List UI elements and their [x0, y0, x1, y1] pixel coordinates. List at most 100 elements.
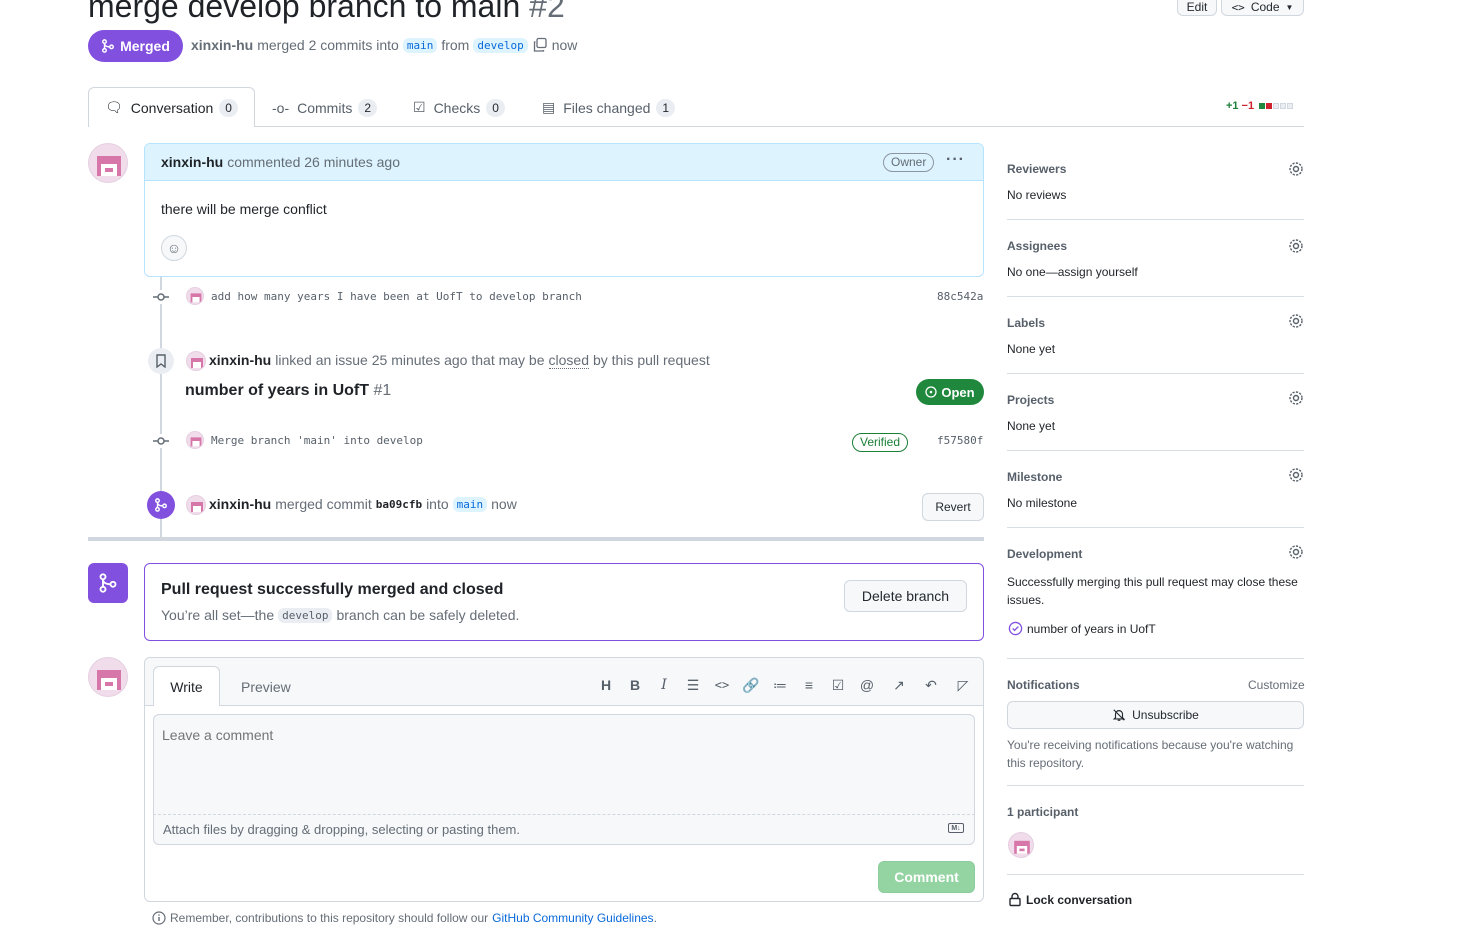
tab-files-label: Files changed	[563, 99, 651, 116]
head-branch[interactable]: develop	[473, 37, 528, 53]
merged-text1: merged commit	[275, 496, 372, 512]
comment-submit-label: Comment	[894, 869, 959, 885]
merge-desc-before: You’re all set—the	[161, 607, 275, 623]
linked-issue-title[interactable]: number of years in UofT #1	[185, 382, 391, 400]
tab-files-changed[interactable]: ▤ Files changed 1	[542, 88, 676, 127]
assignees-value[interactable]: No one—assign yourself	[1007, 265, 1138, 279]
comment-body: there will be merge conflict	[161, 201, 327, 217]
issue-state-label: Open	[941, 384, 975, 400]
commit-node-icon	[152, 290, 170, 304]
commit-message[interactable]: add how many years I have been at UofT t…	[211, 290, 582, 303]
gear-icon[interactable]	[1288, 544, 1304, 560]
caret-down-icon: ▼	[1285, 2, 1294, 12]
merged-avatar[interactable]	[186, 495, 206, 515]
linked-author[interactable]: xinxin-hu	[209, 352, 271, 369]
merge-desc-after: branch can be safely deleted.	[336, 607, 520, 623]
projects-title[interactable]: Projects	[1007, 393, 1054, 407]
gear-icon[interactable]	[1288, 161, 1304, 177]
markdown-icon[interactable]: M↓	[948, 823, 964, 833]
file-diff-icon: ▤	[542, 99, 556, 115]
copy-icon[interactable]	[532, 37, 548, 53]
reply-icon[interactable]: ↶	[922, 676, 940, 694]
sidebar-divider	[1007, 658, 1304, 659]
linked-avatar[interactable]	[186, 351, 206, 371]
comment-submit-button[interactable]: Comment	[878, 861, 975, 893]
development-title[interactable]: Development	[1007, 547, 1082, 561]
ordered-list-icon[interactable]: ≡	[800, 676, 818, 694]
edit-button-label: Edit	[1186, 0, 1208, 14]
comment-action: commented 26 minutes ago	[227, 154, 400, 170]
customize-link[interactable]: Customize	[1248, 678, 1305, 692]
merged-author[interactable]: xinxin-hu	[209, 496, 271, 512]
verified-badge[interactable]: Verified	[852, 433, 909, 452]
comment-author[interactable]: xinxin-hu	[161, 154, 223, 170]
gear-icon[interactable]	[1288, 390, 1304, 406]
tab-write[interactable]: Write	[153, 666, 220, 706]
task-list-icon[interactable]: ☑	[829, 676, 847, 694]
code-icon[interactable]: <>	[713, 676, 731, 694]
git-merge-icon	[102, 39, 115, 53]
heading-icon[interactable]: H	[597, 676, 615, 694]
linked-issue-name[interactable]: number of years in UofT	[185, 382, 369, 399]
diffstat: +1 −1	[1226, 100, 1294, 112]
code-button[interactable]: <> Code ▼	[1221, 0, 1304, 16]
tab-preview[interactable]: Preview	[241, 679, 291, 695]
delete-branch-button[interactable]: Delete branch	[844, 580, 967, 612]
commit-avatar[interactable]	[186, 287, 204, 305]
notifications-title: Notifications	[1007, 678, 1080, 692]
participants-title: 1 participant	[1007, 805, 1079, 819]
gear-icon[interactable]	[1288, 313, 1304, 329]
smiley-icon: ☺	[166, 240, 182, 256]
comment-header: xinxin-hu commented 26 minutes ago	[145, 144, 983, 181]
slash-command-icon[interactable]: ◸	[954, 676, 972, 694]
merged-sha[interactable]: ba09cfb	[376, 498, 422, 511]
lock-conversation[interactable]: Lock conversation	[1008, 892, 1132, 907]
development-issue-title[interactable]: number of years in UofT	[1027, 622, 1156, 636]
tab-commits[interactable]: -o- Commits 2	[272, 88, 378, 127]
community-guidelines-link[interactable]: GitHub Community Guidelines	[492, 911, 653, 925]
git-merge-icon	[155, 498, 167, 512]
tabs-underline	[88, 126, 1304, 127]
gear-icon[interactable]	[1288, 467, 1304, 483]
bookmark-icon	[156, 354, 166, 368]
participant-avatar[interactable]	[1008, 832, 1034, 858]
development-issue[interactable]: number of years in UofT	[1008, 621, 1156, 636]
commit-sha[interactable]: 88c542a	[937, 290, 983, 303]
milestone-title[interactable]: Milestone	[1007, 470, 1062, 484]
avatar[interactable]	[88, 657, 128, 697]
add-reaction-button[interactable]: ☺	[161, 235, 187, 261]
bold-icon[interactable]: B	[626, 676, 644, 694]
reviewers-title[interactable]: Reviewers	[1007, 162, 1066, 176]
tab-checks[interactable]: ☑ Checks 0	[413, 88, 505, 127]
cross-reference-icon[interactable]: ↗	[890, 676, 908, 694]
tab-conversation[interactable]: 🗨 Conversation 0	[105, 88, 238, 127]
quote-icon[interactable]: ☰	[684, 676, 702, 694]
assignees-title[interactable]: Assignees	[1007, 239, 1067, 253]
commit2-avatar[interactable]	[186, 431, 204, 449]
unsubscribe-button[interactable]: Unsubscribe	[1007, 701, 1304, 729]
reviewers-value: No reviews	[1007, 188, 1067, 202]
merged-branch[interactable]: main	[452, 496, 488, 512]
italic-icon[interactable]: I	[655, 676, 673, 694]
unordered-list-icon[interactable]: ≔	[771, 676, 789, 694]
commit2-sha[interactable]: f57580f	[937, 434, 983, 447]
avatar[interactable]	[88, 143, 128, 183]
commit2-message[interactable]: Merge branch 'main' into develop	[211, 434, 423, 447]
merged-text2: into	[426, 496, 449, 512]
sidebar-divider	[1007, 874, 1304, 875]
labels-title[interactable]: Labels	[1007, 316, 1045, 330]
tab-write-label: Write	[170, 678, 203, 695]
mention-icon[interactable]: @	[858, 676, 876, 694]
base-branch[interactable]: main	[402, 37, 438, 53]
tab-commits-count: 2	[358, 98, 378, 117]
comment-textarea[interactable]	[153, 714, 975, 814]
linked-text-before: linked an issue 25 minutes ago that may …	[275, 352, 545, 368]
sidebar-divider	[1007, 219, 1304, 220]
kebab-icon[interactable]: ···	[946, 151, 965, 169]
pr-author[interactable]: xinxin-hu	[191, 37, 253, 53]
link-icon[interactable]: 🔗	[742, 676, 760, 694]
gear-icon[interactable]	[1288, 238, 1304, 254]
revert-button[interactable]: Revert	[922, 493, 984, 521]
notifications-desc: You're receiving notifications because y…	[1007, 738, 1294, 770]
edit-button[interactable]: Edit	[1177, 0, 1217, 16]
